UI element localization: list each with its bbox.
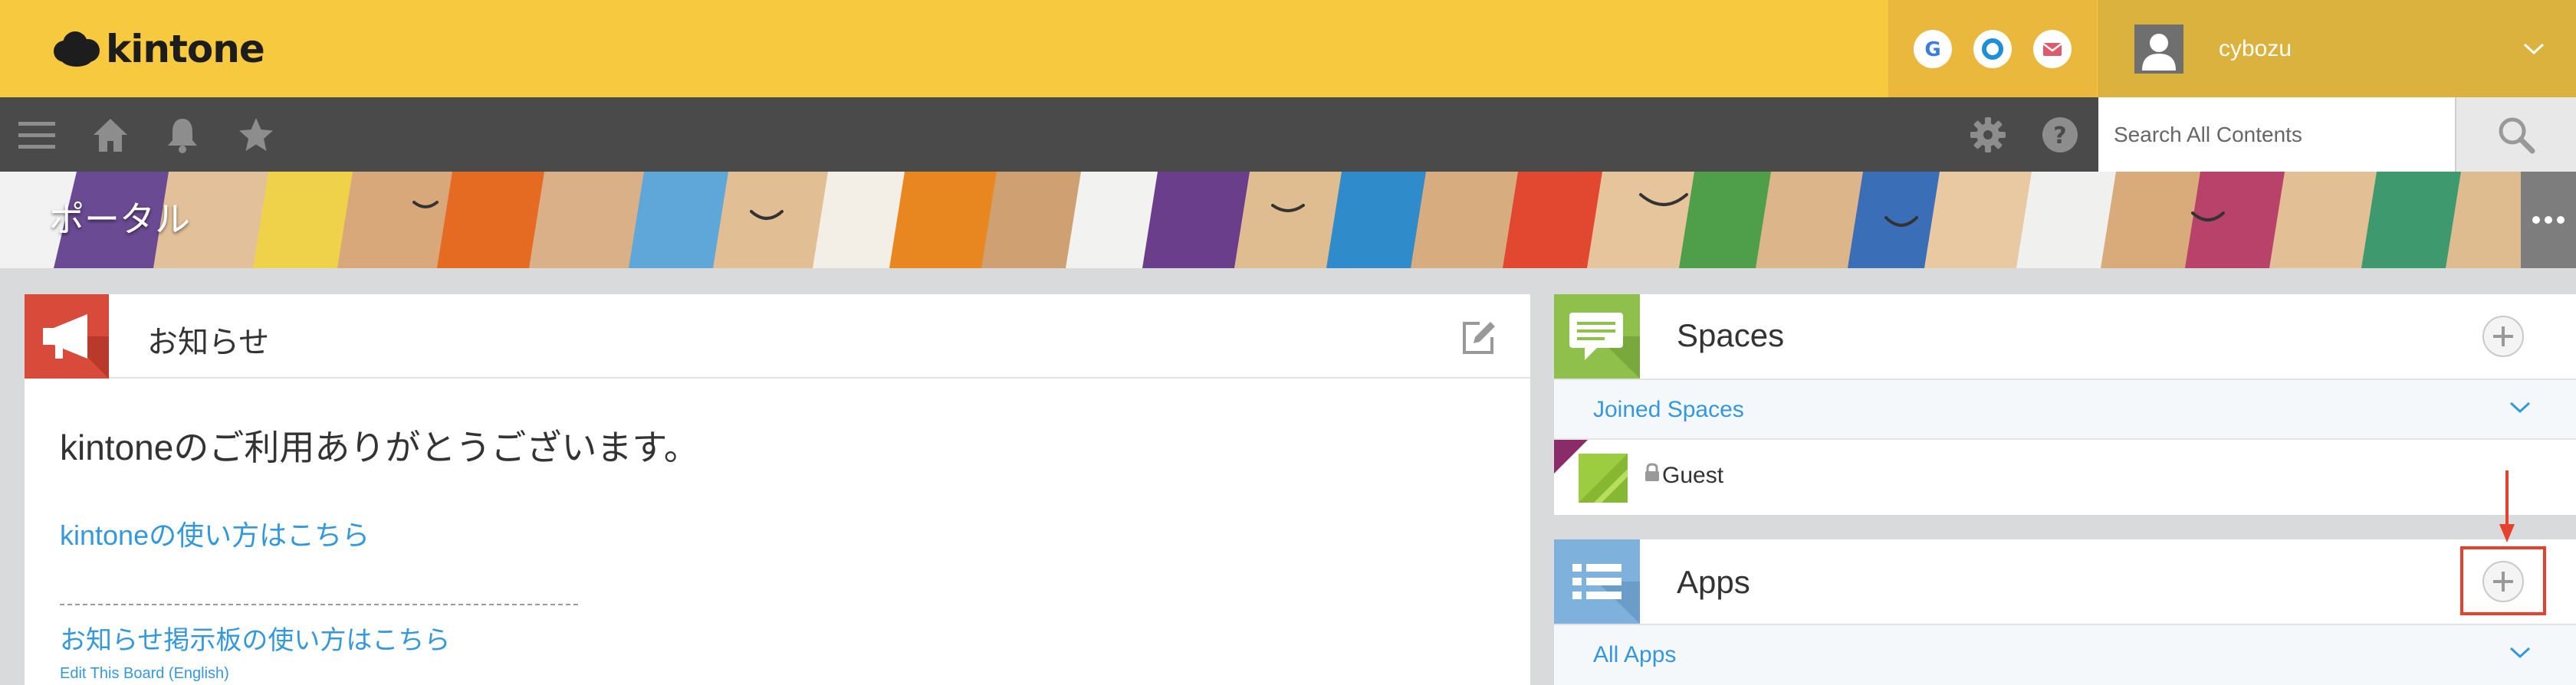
add-space-button[interactable] [2482, 316, 2524, 357]
howto-link[interactable]: kintoneの使い方はこちら [60, 513, 370, 553]
user-name: cybozu [2219, 35, 2292, 61]
spaces-title: Spaces [1677, 317, 1785, 353]
bell-icon[interactable] [161, 113, 204, 156]
chevron-down-icon [2523, 43, 2545, 54]
divider [60, 604, 578, 605]
home-icon[interactable] [89, 113, 132, 156]
edit-board-link[interactable]: Edit This Board (English) [60, 665, 229, 683]
plus-icon [2493, 326, 2513, 346]
search-input[interactable] [2098, 97, 2455, 172]
svg-text:G: G [1924, 38, 1940, 61]
help-icon[interactable]: ? [2039, 113, 2082, 156]
gear-icon[interactable] [1967, 113, 2009, 156]
edit-icon[interactable] [1457, 316, 1500, 359]
apps-filter-label[interactable]: All Apps [1593, 642, 1676, 668]
spaces-filter-label[interactable]: Joined Spaces [1593, 397, 1744, 423]
svg-text:?: ? [2053, 123, 2066, 149]
chevron-down-icon[interactable] [2509, 400, 2532, 415]
quick-links: G [1888, 0, 2097, 97]
space-name[interactable]: Guest [1662, 463, 1723, 489]
space-thumbnail[interactable] [1579, 454, 1628, 503]
portal-banner [0, 172, 2576, 268]
kintone-logo[interactable]: kintone [52, 25, 265, 74]
apps-title: Apps [1677, 564, 1750, 600]
cloud-logo-icon [52, 30, 101, 68]
megaphone-icon [25, 294, 109, 379]
avatar [2134, 24, 2183, 74]
arrow-down-icon [2499, 470, 2515, 542]
notice-title: お知らせ [147, 326, 270, 359]
apps-filter-bar[interactable] [1554, 624, 2576, 685]
search-icon [2499, 117, 2535, 153]
lock-icon [1645, 463, 1659, 481]
mail-icon[interactable] [2033, 29, 2072, 68]
welcome-message: kintoneのご利用ありがとうございます。 [60, 428, 699, 467]
user-menu[interactable]: cybozu [2098, 0, 2576, 97]
star-icon[interactable] [235, 113, 278, 156]
menu-icon[interactable] [15, 113, 58, 156]
search-button[interactable] [2455, 97, 2576, 172]
google-icon[interactable]: G [1914, 29, 1952, 68]
page-title: ポータル [49, 199, 190, 239]
outlook-icon[interactable] [1973, 29, 2012, 68]
more-options-button[interactable] [2521, 172, 2576, 268]
logo-text: kintone [106, 27, 265, 71]
chat-icon [1554, 294, 1640, 379]
board-howto-link[interactable]: お知らせ掲示板の使い方はこちら [60, 619, 450, 657]
highlight-box [2460, 546, 2546, 615]
list-icon [1554, 539, 1640, 624]
chevron-down-icon[interactable] [2509, 645, 2532, 660]
